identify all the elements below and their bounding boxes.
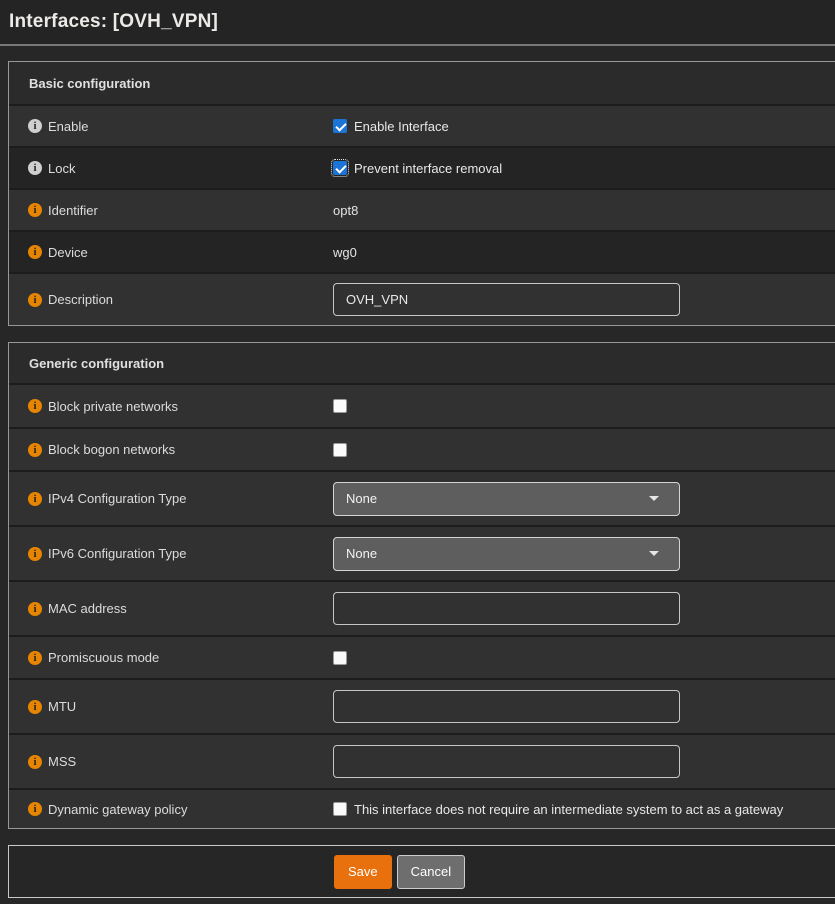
row-block-bogon: i Block bogon networks	[9, 427, 835, 470]
basic-rows: i Enable Enable Interface i Lock Prevent…	[9, 104, 835, 325]
promiscuous-checkbox[interactable]	[333, 651, 347, 665]
ipv6-type-label: IPv6 Configuration Type	[48, 546, 187, 561]
row-mtu: i MTU	[9, 678, 835, 733]
device-value: wg0	[333, 245, 357, 260]
info-circle-icon[interactable]: i	[28, 399, 42, 413]
row-mac-address: i MAC address	[9, 580, 835, 635]
generic-rows: i Block private networks i Block bogon n…	[9, 383, 835, 828]
chevron-down-icon	[649, 551, 659, 556]
row-promiscuous: i Promiscuous mode	[9, 635, 835, 678]
mss-label: MSS	[48, 754, 76, 769]
row-identifier: i Identifier opt8	[9, 188, 835, 230]
enable-label-cell: i Enable	[9, 119, 333, 134]
main-content: Basic configuration i Enable Enable Inte…	[0, 46, 835, 898]
enable-checkbox-label: Enable Interface	[354, 119, 449, 134]
info-circle-icon[interactable]: i	[28, 547, 42, 561]
ipv6-type-selected-value: None	[346, 546, 377, 561]
action-bar: Save Cancel	[8, 845, 835, 898]
info-circle-icon[interactable]: i	[28, 161, 42, 175]
lock-label: Lock	[48, 161, 75, 176]
mtu-label: MTU	[48, 699, 76, 714]
row-mss: i MSS	[9, 733, 835, 788]
mac-address-label: MAC address	[48, 601, 127, 616]
ipv4-type-select[interactable]: None	[333, 482, 680, 516]
row-device: i Device wg0	[9, 230, 835, 272]
mtu-input[interactable]	[333, 690, 680, 723]
mac-address-input[interactable]	[333, 592, 680, 625]
basic-configuration-panel: Basic configuration i Enable Enable Inte…	[8, 61, 835, 326]
block-bogon-label: Block bogon networks	[48, 442, 175, 457]
block-private-label: Block private networks	[48, 399, 178, 414]
info-circle-icon[interactable]: i	[28, 492, 42, 506]
lock-checkbox-label: Prevent interface removal	[354, 161, 502, 176]
dynamic-gateway-checkbox[interactable]	[333, 802, 347, 816]
ipv4-type-label: IPv4 Configuration Type	[48, 491, 187, 506]
device-label: Device	[48, 245, 88, 260]
info-circle-icon[interactable]: i	[28, 203, 42, 217]
identifier-label: Identifier	[48, 203, 98, 218]
row-ipv4-type: i IPv4 Configuration Type None	[9, 470, 835, 525]
section-title-generic: Generic configuration	[9, 343, 835, 383]
enable-label: Enable	[48, 119, 88, 134]
identifier-value: opt8	[333, 203, 358, 218]
info-circle-icon[interactable]: i	[28, 700, 42, 714]
dynamic-gateway-checkbox-label: This interface does not require an inter…	[354, 802, 783, 817]
block-bogon-checkbox[interactable]	[333, 443, 347, 457]
info-circle-icon[interactable]: i	[28, 651, 42, 665]
mss-input[interactable]	[333, 745, 680, 778]
block-private-checkbox[interactable]	[333, 399, 347, 413]
generic-configuration-panel: Generic configuration i Block private ne…	[8, 342, 835, 829]
info-circle-icon[interactable]: i	[28, 245, 42, 259]
page-title: Interfaces: [OVH_VPN]	[9, 11, 218, 33]
info-circle-icon[interactable]: i	[28, 293, 42, 307]
row-block-private: i Block private networks	[9, 383, 835, 427]
description-input[interactable]	[333, 283, 680, 316]
row-enable: i Enable Enable Interface	[9, 104, 835, 146]
info-circle-icon[interactable]: i	[28, 802, 42, 816]
row-lock: i Lock Prevent interface removal	[9, 146, 835, 188]
row-ipv6-type: i IPv6 Configuration Type None	[9, 525, 835, 580]
description-label: Description	[48, 292, 113, 307]
row-dynamic-gateway: i Dynamic gateway policy This interface …	[9, 788, 835, 828]
save-button[interactable]: Save	[334, 855, 392, 889]
dynamic-gateway-label: Dynamic gateway policy	[48, 802, 187, 817]
cancel-button[interactable]: Cancel	[397, 855, 465, 889]
page-header: Interfaces: [OVH_VPN]	[0, 0, 835, 46]
ipv4-type-selected-value: None	[346, 491, 377, 506]
enable-checkbox[interactable]	[333, 119, 347, 133]
info-circle-icon[interactable]: i	[28, 119, 42, 133]
ipv6-type-select[interactable]: None	[333, 537, 680, 571]
chevron-down-icon	[649, 496, 659, 501]
lock-checkbox[interactable]	[333, 161, 347, 175]
promiscuous-label: Promiscuous mode	[48, 650, 159, 665]
info-circle-icon[interactable]: i	[28, 443, 42, 457]
row-description: i Description	[9, 272, 835, 325]
section-title-basic: Basic configuration	[9, 62, 835, 104]
info-circle-icon[interactable]: i	[28, 602, 42, 616]
info-circle-icon[interactable]: i	[28, 755, 42, 769]
